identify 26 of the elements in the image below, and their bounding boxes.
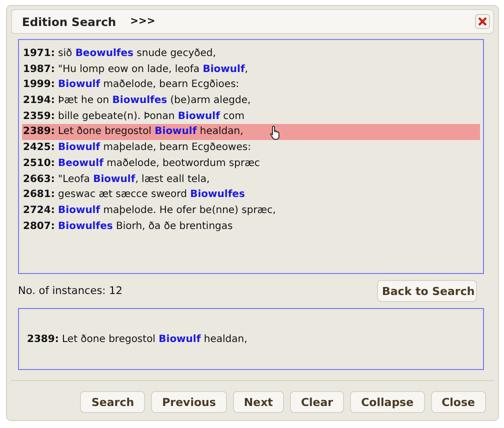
result-row[interactable]: 1987: "Hu lomp eow on lade, leofa Biowulf, <box>22 62 480 78</box>
close-button[interactable] <box>475 14 490 29</box>
result-row[interactable]: 2663: "Leofa Biowulf, læst eall tela, <box>22 172 480 188</box>
dialog-title: Edition Search <box>22 14 116 28</box>
result-row[interactable]: 1999: Biowulf maðelode, bearn Ecgðioes: <box>22 77 480 94</box>
dialog-button[interactable]: Collapse <box>350 391 425 413</box>
result-row[interactable]: 1971: sið Beowulfes snude gecyðed, <box>22 46 480 62</box>
dialog-button[interactable]: Previous <box>151 391 227 413</box>
back-to-search-button[interactable]: Back to Search <box>377 280 477 302</box>
result-row[interactable]: 2510: Beowulf maðelode, beotwordum spræc <box>22 156 480 172</box>
instances-count: No. of instances: 12 <box>18 285 122 297</box>
dialog-button[interactable]: Next <box>232 391 284 413</box>
result-row[interactable]: 2425: Biowulf maþelade, bearn Ecgðeowes: <box>22 140 480 156</box>
dialog-button[interactable]: Close <box>430 391 486 413</box>
expand-link[interactable]: >>> <box>130 16 156 27</box>
dialog-button[interactable]: Search <box>80 391 146 413</box>
hand-cursor-icon <box>270 125 282 140</box>
detail-line: 2389: Let ðone bregostol Biowulf healdan, <box>27 334 248 344</box>
result-row[interactable]: 2389: Let ðone bregostol Biowulf healdan, <box>22 124 480 140</box>
result-row[interactable]: 2807: Biowulfes Biorh, ða ðe brentingas <box>22 218 480 234</box>
result-row[interactable]: 2681: geswac æt sæcce sweord Biowulfes <box>22 187 480 203</box>
close-icon <box>478 17 487 26</box>
result-row[interactable]: 2359: bille gebeate(n). Þonan Biowulf com <box>22 108 480 124</box>
result-row[interactable]: 2724: Biowulf maþelode. He ofer be(nne) spræc, <box>22 202 480 219</box>
dialog-button[interactable]: Clear <box>290 391 344 413</box>
result-row[interactable]: 2194: Þæt he on Biowulfes (be)arm alegde, <box>22 93 480 109</box>
